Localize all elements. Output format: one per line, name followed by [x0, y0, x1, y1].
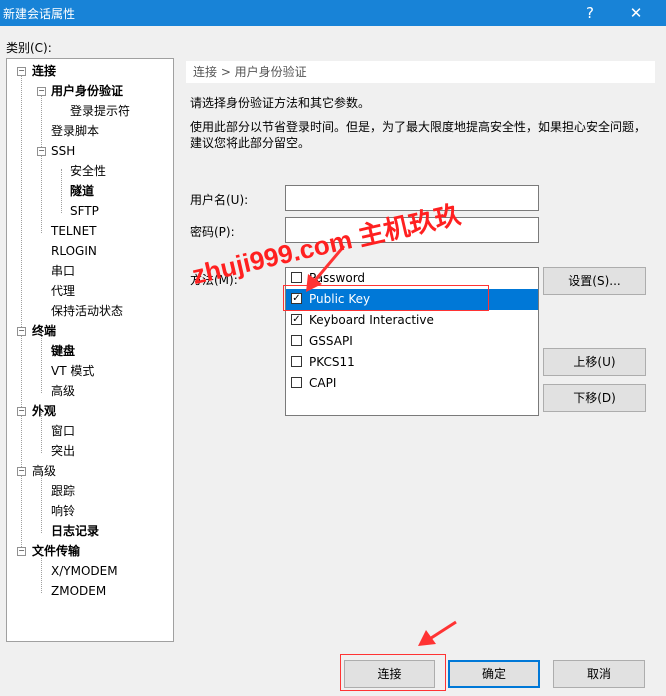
checkbox-unchecked-icon[interactable] — [291, 335, 302, 346]
method-item-label: PKCS11 — [309, 355, 355, 369]
username-label: 用户名(U): — [190, 193, 249, 207]
tree-item-appearance[interactable]: 外观 — [32, 402, 56, 420]
tree-item-zmodem[interactable]: ZMODEM — [51, 582, 106, 600]
breadcrumb: 连接 > 用户身份验证 — [186, 61, 655, 83]
tree-item-file-transfer[interactable]: 文件传输 — [32, 542, 80, 560]
tree-item-connection[interactable]: 连接 — [32, 62, 56, 80]
tree-item-serial[interactable]: 串口 — [51, 262, 75, 280]
tree-item-advanced[interactable]: 高级 — [32, 462, 56, 480]
tree-item-window[interactable]: 窗口 — [51, 422, 75, 440]
tree-line — [41, 89, 42, 233]
tree-item-vt-mode[interactable]: VT 模式 — [51, 362, 94, 380]
collapse-toggle-icon[interactable]: − — [17, 467, 26, 476]
move-down-button[interactable]: 下移(D) — [543, 384, 646, 412]
description-line: 建议您将此部分留空。 — [190, 136, 311, 150]
tree-line — [21, 71, 22, 555]
annotation-arrow-icon — [418, 620, 457, 646]
tree-item-rlogin[interactable]: RLOGIN — [51, 242, 97, 260]
method-item-pkcs11[interactable]: PKCS11 — [286, 352, 538, 373]
category-label: 类别(C): — [6, 41, 52, 55]
tree-item-terminal[interactable]: 终端 — [32, 322, 56, 340]
tree-item-keepalive[interactable]: 保持活动状态 — [51, 302, 123, 320]
help-button[interactable]: ? — [570, 0, 610, 26]
collapse-toggle-icon[interactable]: − — [17, 67, 26, 76]
collapse-toggle-icon[interactable]: − — [17, 547, 26, 556]
cancel-button[interactable]: 取消 — [553, 660, 645, 688]
close-button[interactable]: ✕ — [616, 0, 656, 26]
ok-button[interactable]: 确定 — [448, 660, 540, 688]
title-bar: 新建会话属性 ? ✕ — [0, 0, 666, 26]
tree-item-bell[interactable]: 响铃 — [51, 502, 75, 520]
method-item-capi[interactable]: CAPI — [286, 373, 538, 394]
method-item-label: CAPI — [309, 376, 337, 390]
description-line: 请选择身份验证方法和其它参数。 — [190, 96, 371, 110]
collapse-toggle-icon[interactable]: − — [37, 87, 46, 96]
tree-item-ssh[interactable]: SSH — [51, 142, 75, 160]
checkbox-checked-icon[interactable]: ✓ — [291, 314, 302, 325]
tree-item-user-auth[interactable]: 用户身份验证 — [51, 82, 123, 100]
window-title: 新建会话属性 — [3, 7, 76, 21]
tree-item-terminal-advanced[interactable]: 高级 — [51, 382, 75, 400]
collapse-toggle-icon[interactable]: − — [17, 407, 26, 416]
tree-item-logging[interactable]: 日志记录 — [51, 522, 99, 540]
tree-line — [61, 169, 62, 213]
tree-item-highlight[interactable]: 突出 — [51, 442, 75, 460]
tree-item-sftp[interactable]: SFTP — [70, 202, 99, 220]
tree-item-tunnel[interactable]: 隧道 — [70, 182, 94, 200]
tree-item-telnet[interactable]: TELNET — [51, 222, 97, 240]
tree-item-proxy[interactable]: 代理 — [51, 282, 75, 300]
collapse-toggle-icon[interactable]: − — [17, 327, 26, 336]
tree-item-login-script[interactable]: 登录脚本 — [51, 122, 99, 140]
method-item-label: Keyboard Interactive — [309, 313, 434, 327]
tree-item-trace[interactable]: 跟踪 — [51, 482, 75, 500]
method-item-gssapi[interactable]: GSSAPI — [286, 331, 538, 352]
method-item-label: GSSAPI — [309, 334, 353, 348]
collapse-toggle-icon[interactable]: − — [37, 147, 46, 156]
checkbox-unchecked-icon[interactable] — [291, 356, 302, 367]
settings-button[interactable]: 设置(S)... — [543, 267, 646, 295]
tree-item-xymodem[interactable]: X/YMODEM — [51, 562, 118, 580]
method-item-keyboard-interactive[interactable]: ✓ Keyboard Interactive — [286, 310, 538, 331]
category-tree[interactable]: − − − − − − − 连接 用户身份验证 登录提示符 登录脚本 SSH 安… — [6, 58, 174, 642]
checkbox-unchecked-icon[interactable] — [291, 377, 302, 388]
move-up-button[interactable]: 上移(U) — [543, 348, 646, 376]
annotation-box — [340, 654, 446, 691]
tree-item-login-prompt[interactable]: 登录提示符 — [70, 102, 130, 120]
password-label: 密码(P): — [190, 225, 235, 239]
tree-item-keyboard[interactable]: 键盘 — [51, 342, 75, 360]
tree-item-security[interactable]: 安全性 — [70, 162, 106, 180]
